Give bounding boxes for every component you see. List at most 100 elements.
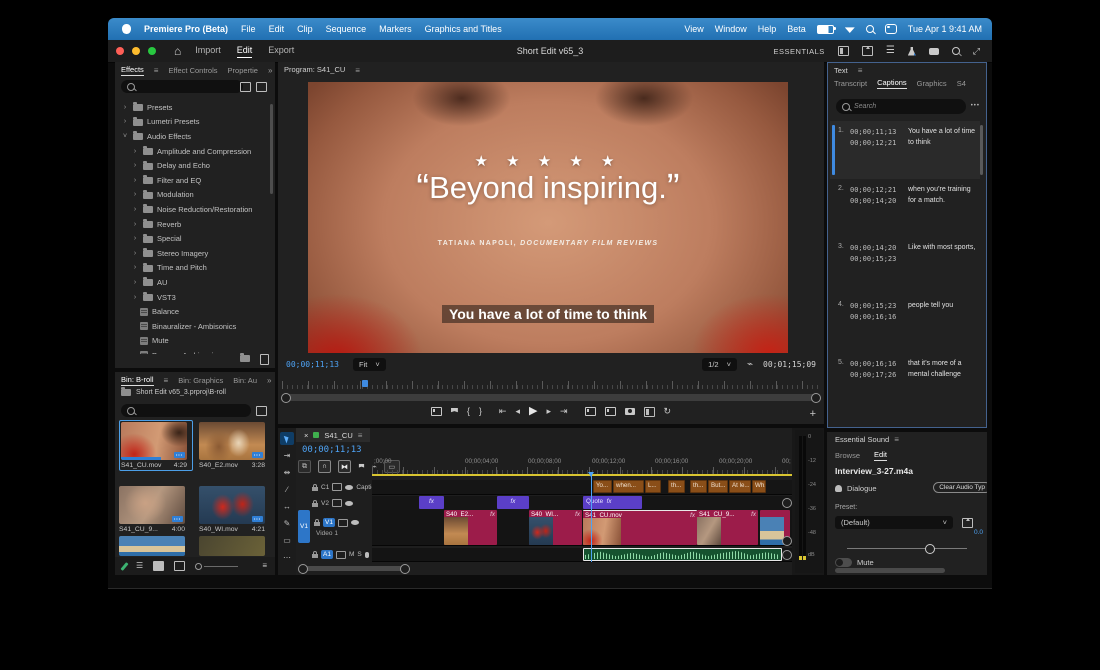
mic-icon[interactable] xyxy=(365,552,369,558)
text-panel-title[interactable]: Text xyxy=(834,66,848,75)
beta-feedback-icon[interactable] xyxy=(908,47,916,56)
filmstrip-view-button[interactable] xyxy=(174,561,185,571)
track-select-forward-tool[interactable]: ⇥ xyxy=(280,449,294,462)
track-header-v2[interactable]: V2 xyxy=(296,496,372,510)
settings-wrench-icon[interactable]: ⌁ xyxy=(747,360,753,370)
program-time-ruler[interactable] xyxy=(282,380,820,389)
tree-item[interactable]: Mute xyxy=(115,334,275,349)
eye-icon[interactable] xyxy=(351,520,359,525)
lock-icon[interactable] xyxy=(312,503,318,507)
tree-item[interactable]: ›Presets xyxy=(115,100,275,115)
trash-icon[interactable] xyxy=(260,354,269,365)
multicam-view-button[interactable] xyxy=(644,407,655,417)
loop-button[interactable]: ↻ xyxy=(664,407,672,416)
tree-item[interactable]: ›Special xyxy=(115,231,275,246)
snap-magnet-icon[interactable]: ∩ xyxy=(318,460,331,473)
chevron-right-icon[interactable]: › xyxy=(131,279,139,286)
track-header-v1[interactable]: V1 Video 1 xyxy=(296,510,372,545)
caption-row[interactable]: 5. 00;00;16;1600;00;17;26 that it’s more… xyxy=(830,353,980,411)
tree-item[interactable]: ›Modulation xyxy=(115,188,275,203)
panel-menu-icon[interactable]: ≡ xyxy=(894,435,899,444)
scroll-handle-left[interactable] xyxy=(298,564,308,574)
timeline-hscrollbar[interactable] xyxy=(300,566,408,571)
nav-export[interactable]: Export xyxy=(268,45,294,58)
tab-bin-audio[interactable]: Bin: Au xyxy=(233,376,257,385)
tab-bin-broll[interactable]: Bin: B-roll xyxy=(121,375,154,386)
play-button[interactable]: ▶ xyxy=(529,406,537,417)
tree-item[interactable]: Binauralizer - Ambisonics xyxy=(115,319,275,334)
menu-window[interactable]: Window xyxy=(715,24,747,34)
caption-row[interactable]: 2. 00;00;12;2100;00;14;20 when you’re tr… xyxy=(830,179,980,237)
workspace-layout-icon[interactable] xyxy=(838,46,849,56)
menu-view[interactable]: View xyxy=(684,24,703,34)
caption-clip[interactable]: At le... xyxy=(729,480,751,493)
bin-item-selected[interactable]: ••• S41_CU.mov4:29 xyxy=(119,420,193,471)
pen-tool[interactable]: ✎ xyxy=(280,517,294,530)
battery-icon[interactable] xyxy=(817,25,834,34)
lock-icon[interactable] xyxy=(314,522,320,526)
resolution-dropdown[interactable]: 1/2˅ xyxy=(702,358,737,371)
panel-menu-icon[interactable]: ≡ xyxy=(858,66,863,75)
effects-search-input[interactable] xyxy=(121,80,243,93)
caption-clip[interactable]: But... xyxy=(708,480,728,493)
list-view-button[interactable]: ☰ xyxy=(136,562,143,570)
filter-32bit-icon[interactable] xyxy=(256,82,267,92)
razor-tool[interactable]: ∕ xyxy=(280,483,294,496)
tree-item[interactable]: ›Amplitude and Compression xyxy=(115,144,275,159)
search-icon[interactable] xyxy=(952,47,960,55)
chevron-right-icon[interactable]: › xyxy=(131,206,139,213)
captions-search-input[interactable]: Search xyxy=(836,99,966,114)
tree-item[interactable]: ›VST3 xyxy=(115,290,275,305)
volume-slider-handle[interactable] xyxy=(925,544,935,554)
gain-value[interactable]: 0.0 xyxy=(974,529,983,536)
timeline-playhead[interactable] xyxy=(591,472,592,562)
minimize-window-button[interactable] xyxy=(132,47,140,55)
chevron-right-icon[interactable]: › xyxy=(131,250,139,257)
chevron-right-icon[interactable]: › xyxy=(131,235,139,242)
track-resize-handle[interactable] xyxy=(782,550,792,560)
caption-text[interactable]: You have a lot of time to think xyxy=(902,127,976,179)
add-marker-button[interactable] xyxy=(451,408,458,416)
chevron-right-icon[interactable]: › xyxy=(121,118,129,125)
caption-row[interactable]: 3. 00;00;14;2000;00;15;23 Like with most… xyxy=(830,237,980,295)
spotlight-search-icon[interactable] xyxy=(866,25,874,33)
menu-help[interactable]: Help xyxy=(758,24,777,34)
program-timecode[interactable]: 00;00;11;13 xyxy=(286,360,339,369)
add-marker-icon[interactable] xyxy=(359,463,365,469)
es-hscrollbar[interactable] xyxy=(835,568,945,573)
menu-app-name[interactable]: Premiere Pro (Beta) xyxy=(144,24,228,34)
caption-text[interactable]: Like with most sports, xyxy=(902,243,976,295)
chevron-down-icon[interactable]: ˅ xyxy=(121,133,129,140)
video-clip-s41cu[interactable]: S41_CU.movfx xyxy=(583,510,697,545)
lock-icon[interactable] xyxy=(312,554,318,558)
lift-button[interactable] xyxy=(585,407,596,416)
rectangle-tool[interactable]: ▭ xyxy=(280,534,294,547)
panel-menu-icon[interactable]: ≡ xyxy=(358,431,363,440)
fullscreen-icon[interactable]: ⤢ xyxy=(973,47,980,56)
menubar-clock[interactable]: Tue Apr 1 9:41 AM xyxy=(908,24,982,34)
scroll-handle-right[interactable] xyxy=(400,564,410,574)
program-scrollbar[interactable] xyxy=(282,394,820,401)
bin-breadcrumb[interactable]: Short Edit v65_3.prproj\B-roll xyxy=(121,388,226,396)
tab-effect-controls[interactable]: Effect Controls xyxy=(168,66,217,75)
tree-item[interactable]: Balance xyxy=(115,304,275,319)
step-back-button[interactable]: ◂ xyxy=(515,407,520,416)
eye-icon[interactable] xyxy=(345,501,353,506)
quick-export-menu-icon[interactable]: ☰ xyxy=(886,46,895,56)
track-header-a1[interactable]: A1 M S xyxy=(296,548,372,561)
mark-out-button[interactable]: } xyxy=(479,407,482,416)
video-clip[interactable]: S41_CU_9...fx xyxy=(697,510,758,545)
slip-tool[interactable]: ↔ xyxy=(280,500,294,513)
wifi-icon[interactable] xyxy=(845,25,855,33)
caption-clip[interactable]: Yo... xyxy=(593,480,612,493)
menu-graphics-titles[interactable]: Graphics and Titles xyxy=(425,24,502,34)
bin-item[interactable] xyxy=(199,536,269,556)
menu-sequence[interactable]: Sequence xyxy=(326,24,367,34)
chevron-right-icon[interactable]: › xyxy=(131,177,139,184)
menu-file[interactable]: File xyxy=(241,24,256,34)
step-forward-button[interactable]: ▸ xyxy=(546,407,551,416)
tab-transcript[interactable]: Transcript xyxy=(834,79,867,88)
tree-item[interactable]: ˅Audio Effects xyxy=(115,129,275,144)
caption-clip[interactable]: th... xyxy=(668,480,685,493)
sort-button[interactable]: ≡ xyxy=(262,562,267,570)
